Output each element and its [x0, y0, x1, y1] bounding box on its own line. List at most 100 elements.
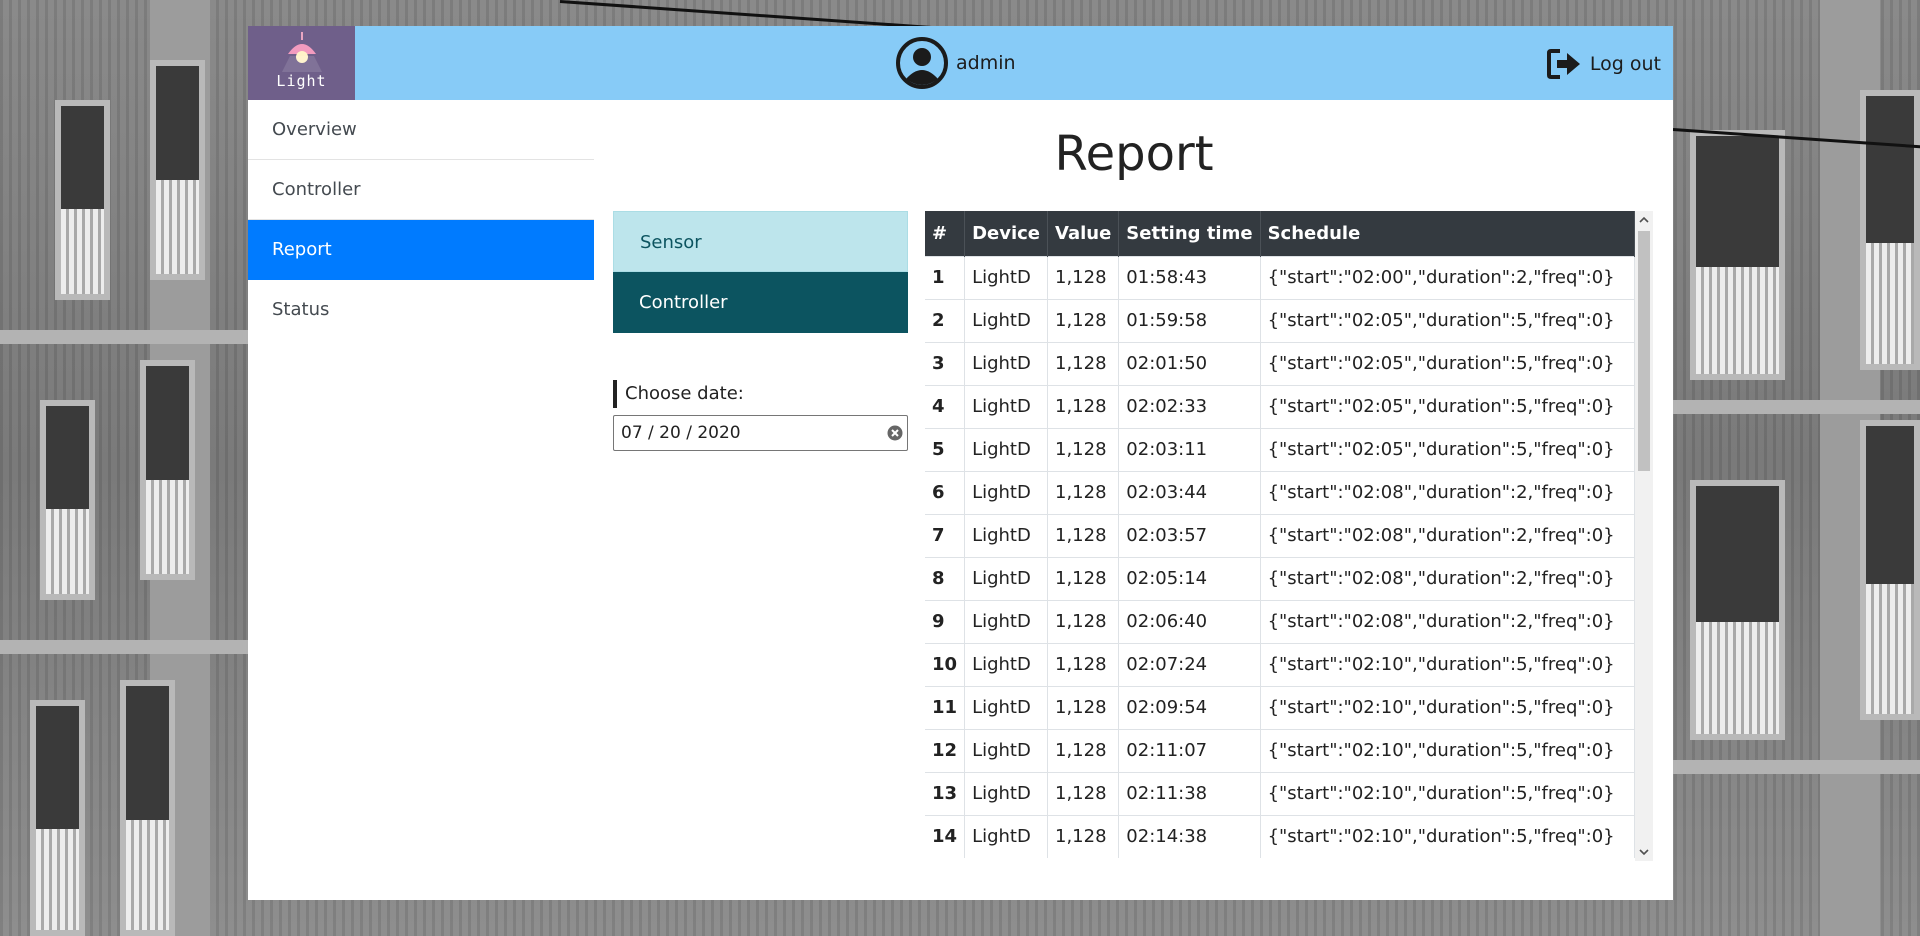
cell-index: 6 [925, 470, 966, 514]
cell-index: 13 [925, 771, 966, 815]
cell-device: LightD [964, 470, 1048, 514]
table-row[interactable]: 8 LightD 1,128 02:05:14 {"start":"02:08","du… [925, 556, 1635, 600]
sidebar-item-controller[interactable]: Controller [248, 160, 594, 220]
cell-device: LightD [964, 771, 1048, 815]
cell-value: 1,128 [1047, 771, 1120, 815]
table-row[interactable]: 11 LightD 1,128 02:09:54 {"start":"02:10","d… [925, 685, 1635, 729]
column-header-schedule: Schedule [1260, 211, 1635, 256]
cell-value: 1,128 [1047, 685, 1120, 729]
user-menu[interactable]: admin [896, 37, 1016, 89]
sidebar-item-report[interactable]: Report [248, 220, 594, 280]
cell-index: 14 [925, 814, 966, 858]
report-type-tabs: Sensor Controller [613, 211, 908, 333]
scrollbar-thumb[interactable] [1638, 231, 1650, 471]
table-row[interactable]: 7 LightD 1,128 02:03:57 {"start":"02:08","du… [925, 513, 1635, 557]
logout-button[interactable]: Log out [1546, 48, 1661, 80]
cell-index: 2 [925, 298, 966, 342]
sidebar-nav: Overview Controller Report Status [248, 100, 594, 340]
sidebar-item-status[interactable]: Status [248, 280, 594, 340]
table-row[interactable]: 6 LightD 1,128 02:03:44 {"start":"02:08","du… [925, 470, 1635, 514]
table-header-row: # Device Value Setting time Schedule [925, 211, 1635, 256]
cell-value: 1,128 [1047, 384, 1120, 428]
cell-value: 1,128 [1047, 427, 1120, 471]
cell-schedule: {"start":"02:05","duration":5,"freq":0} [1260, 341, 1635, 385]
report-table: # Device Value Setting time Schedule 1 Li… [925, 211, 1635, 858]
table-scrollbar[interactable] [1635, 211, 1653, 861]
date-input[interactable]: 07 / 20 / 2020 [613, 415, 908, 451]
cell-value: 1,128 [1047, 814, 1120, 858]
cell-setting-time: 01:59:58 [1118, 298, 1261, 342]
cell-device: LightD [964, 384, 1048, 428]
sidebar-item-overview[interactable]: Overview [248, 100, 594, 160]
user-circle-icon [896, 37, 948, 89]
table-row[interactable]: 9 LightD 1,128 02:06:40 {"start":"02:08","du… [925, 599, 1635, 643]
column-header-index: # [925, 211, 966, 256]
cell-schedule: {"start":"02:10","duration":5,"freq":0} [1260, 685, 1635, 729]
cell-value: 1,128 [1047, 470, 1120, 514]
table-row[interactable]: 1 LightD 1,128 01:58:43 {"start":"02:00","du… [925, 255, 1635, 299]
table-row[interactable]: 4 LightD 1,128 02:02:33 {"start":"02:05","du… [925, 384, 1635, 428]
cell-index: 4 [925, 384, 966, 428]
username: admin [956, 52, 1016, 74]
table-row[interactable]: 2 LightD 1,128 01:59:58 {"start":"02:05","du… [925, 298, 1635, 342]
cell-schedule: {"start":"02:10","duration":5,"freq":0} [1260, 642, 1635, 686]
cell-value: 1,128 [1047, 255, 1120, 299]
cell-schedule: {"start":"02:10","duration":5,"freq":0} [1260, 771, 1635, 815]
cell-device: LightD [964, 513, 1048, 557]
brand-name: Light [276, 72, 327, 90]
scroll-up-icon[interactable] [1635, 211, 1653, 229]
cell-value: 1,128 [1047, 556, 1120, 600]
logout-icon [1546, 49, 1580, 79]
scroll-down-icon[interactable] [1635, 843, 1653, 861]
cell-setting-time: 02:03:11 [1118, 427, 1261, 471]
table-row[interactable]: 10 LightD 1,128 02:07:24 {"start":"02:10","d… [925, 642, 1635, 686]
tab-controller[interactable]: Controller [613, 272, 908, 333]
cell-device: LightD [964, 427, 1048, 471]
cell-schedule: {"start":"02:08","duration":2,"freq":0} [1260, 513, 1635, 557]
cell-index: 5 [925, 427, 966, 471]
cell-setting-time: 02:05:14 [1118, 556, 1261, 600]
cell-value: 1,128 [1047, 642, 1120, 686]
cell-setting-time: 02:01:50 [1118, 341, 1261, 385]
cell-index: 8 [925, 556, 966, 600]
table-row[interactable]: 13 LightD 1,128 02:11:38 {"start":"02:10","d… [925, 771, 1635, 815]
cell-schedule: {"start":"02:10","duration":5,"freq":0} [1260, 728, 1635, 772]
cell-setting-time: 02:11:07 [1118, 728, 1261, 772]
cell-schedule: {"start":"02:00","duration":2,"freq":0} [1260, 255, 1635, 299]
table-row[interactable]: 12 LightD 1,128 02:11:07 {"start":"02:10","d… [925, 728, 1635, 772]
cell-setting-time: 02:03:57 [1118, 513, 1261, 557]
date-value[interactable]: 07 / 20 / 2020 [621, 416, 741, 450]
table-row[interactable]: 3 LightD 1,128 02:01:50 {"start":"02:05","du… [925, 341, 1635, 385]
brand-logo[interactable]: Light [248, 26, 355, 100]
cell-setting-time: 01:58:43 [1118, 255, 1261, 299]
cell-index: 9 [925, 599, 966, 643]
cell-setting-time: 02:14:38 [1118, 814, 1261, 858]
cell-device: LightD [964, 341, 1048, 385]
page-title: Report [1054, 126, 1214, 182]
cell-device: LightD [964, 685, 1048, 729]
cell-setting-time: 02:09:54 [1118, 685, 1261, 729]
column-header-setting-time: Setting time [1118, 211, 1261, 256]
top-bar: Light admin Log out [248, 26, 1673, 100]
cell-device: LightD [964, 728, 1048, 772]
lamp-icon [282, 32, 322, 72]
cell-schedule: {"start":"02:08","duration":2,"freq":0} [1260, 599, 1635, 643]
table-row[interactable]: 14 LightD 1,128 02:14:38 {"start":"02:10","d… [925, 814, 1635, 858]
cell-value: 1,128 [1047, 728, 1120, 772]
cell-device: LightD [964, 255, 1048, 299]
cell-device: LightD [964, 642, 1048, 686]
column-header-value: Value [1047, 211, 1120, 256]
clear-icon[interactable] [887, 425, 903, 441]
cell-schedule: {"start":"02:08","duration":2,"freq":0} [1260, 470, 1635, 514]
cell-setting-time: 02:06:40 [1118, 599, 1261, 643]
cell-value: 1,128 [1047, 599, 1120, 643]
cell-setting-time: 02:11:38 [1118, 771, 1261, 815]
cell-index: 7 [925, 513, 966, 557]
report-table-scroll[interactable]: # Device Value Setting time Schedule 1 Li… [925, 211, 1635, 861]
cell-device: LightD [964, 298, 1048, 342]
cell-schedule: {"start":"02:05","duration":5,"freq":0} [1260, 298, 1635, 342]
cell-value: 1,128 [1047, 341, 1120, 385]
tab-sensor[interactable]: Sensor [613, 211, 908, 272]
cell-device: LightD [964, 599, 1048, 643]
table-row[interactable]: 5 LightD 1,128 02:03:11 {"start":"02:05","du… [925, 427, 1635, 471]
